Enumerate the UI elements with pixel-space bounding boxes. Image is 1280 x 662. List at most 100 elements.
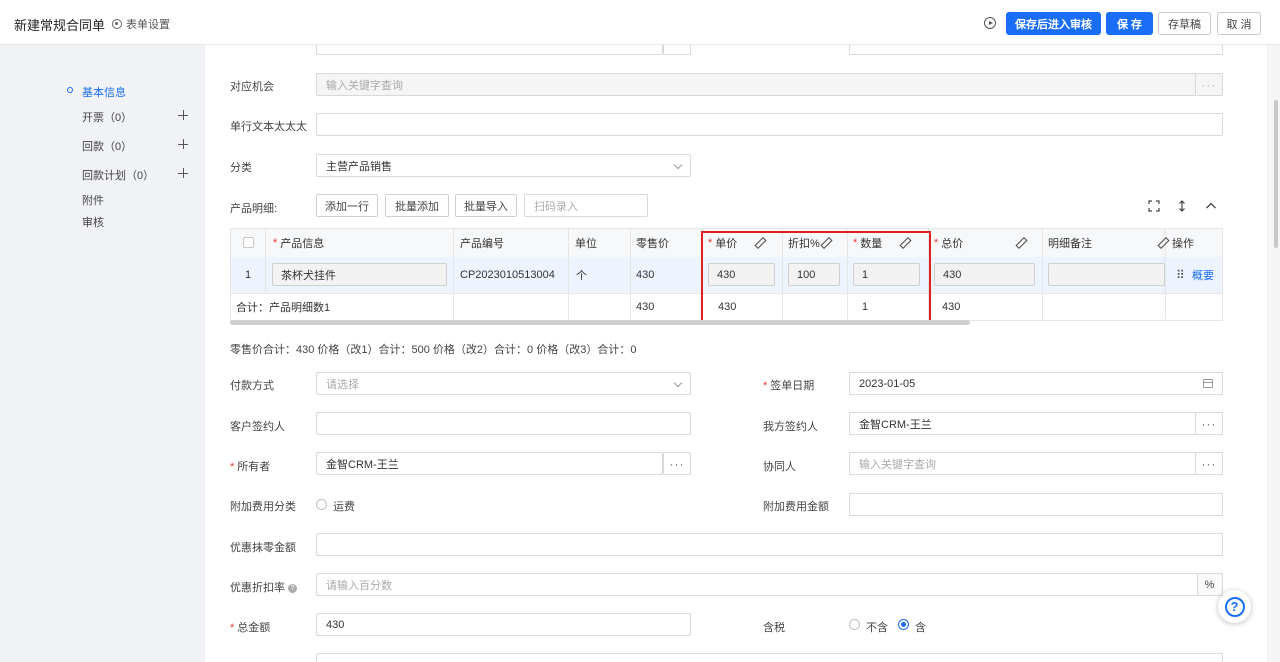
discount-round-label: 优惠抹零金额 (230, 542, 296, 554)
total-unit-price: 430 (718, 300, 737, 313)
vertical-scroll-thumb[interactable] (1274, 100, 1278, 248)
discount-rate-input[interactable]: 请输入百分数 (316, 573, 1198, 596)
chevron-down-icon (673, 378, 683, 388)
freight-radio-label: 运费 (333, 501, 355, 513)
edit-pencil-icon[interactable] (1158, 238, 1167, 247)
payment-method-select[interactable]: 请选择 (316, 372, 691, 395)
scan-input[interactable]: 扫码录入 (524, 194, 648, 217)
product-info-input[interactable]: 茶杯犬挂件 (272, 263, 447, 286)
th-remark: 明细备注 (1048, 238, 1092, 250)
th-quantity-label: 数量 (860, 238, 883, 250)
th-product-code: 产品编号 (460, 238, 504, 250)
freight-radio[interactable] (316, 499, 327, 510)
sign-date-input[interactable]: 2023-01-05 (849, 372, 1223, 395)
nav-item-payment-plan[interactable]: 回款计划（0） (82, 167, 154, 183)
expand-vertical-icon[interactable] (1176, 200, 1188, 212)
add-payment-plan-plus-icon[interactable] (178, 168, 188, 178)
total-retail-price: 430 (636, 300, 655, 313)
collaborator-dots-button[interactable]: ··· (1195, 452, 1223, 475)
chevron-up-icon[interactable] (1205, 200, 1217, 212)
tax-exclusive-radio[interactable] (849, 619, 860, 630)
remark-input[interactable] (1048, 263, 1165, 286)
th-total-price-label: 总价 (941, 238, 964, 250)
total-price-input[interactable]: 430 (934, 263, 1035, 286)
edit-pencil-icon[interactable] (1016, 238, 1025, 247)
quantity-input[interactable]: 1 (853, 263, 920, 286)
single-text-input[interactable] (316, 113, 1223, 136)
collaborator-label: 协同人 (763, 461, 796, 473)
total-amount-input[interactable]: 430 (316, 613, 691, 636)
extra-fee-amount-input[interactable] (849, 493, 1223, 516)
th-discount: 折扣% (788, 238, 820, 250)
tax-inclusive-radio[interactable] (898, 619, 909, 630)
active-dot-icon (67, 87, 73, 93)
drag-handle-icon[interactable]: ⠿ (1176, 257, 1185, 293)
add-row-button[interactable]: 添加一行 (316, 194, 378, 217)
save-draft-button[interactable]: 存草稿 (1158, 12, 1211, 35)
edit-pencil-icon[interactable] (821, 238, 830, 247)
our-signer-input[interactable]: 金智CRM-王兰 (849, 412, 1196, 435)
total-total-price: 430 (942, 300, 961, 313)
top-bar: 新建常规合同单 表单设置 保存后进入审核 保 存 存草稿 取 消 (0, 0, 1280, 45)
form-settings-link[interactable]: 表单设置 (112, 16, 170, 32)
nav-item-invoice[interactable]: 开票（0） (82, 109, 132, 125)
discount-round-input[interactable] (316, 533, 1223, 556)
horizontal-scrollbar[interactable] (230, 320, 970, 325)
th-quantity: * 数量 (853, 237, 883, 250)
save-and-review-button[interactable]: 保存后进入审核 (1006, 12, 1101, 35)
edit-pencil-icon[interactable] (900, 238, 909, 247)
unit-price-input[interactable]: 430 (708, 263, 775, 286)
select-all-checkbox[interactable] (243, 237, 254, 248)
extra-fee-amount-label: 附加费用金额 (763, 501, 829, 513)
total-row-label: 合计：产品明细数1 (236, 301, 331, 314)
opportunity-dots-button[interactable]: ··· (1195, 73, 1223, 96)
sign-date-label-text: 签单日期 (770, 380, 815, 392)
our-signer-dots-button[interactable]: ··· (1195, 412, 1223, 435)
opportunity-input[interactable]: 输入关键字查询 (316, 73, 1196, 96)
cancel-button[interactable]: 取 消 (1217, 12, 1261, 35)
save-button[interactable]: 保 存 (1106, 12, 1153, 35)
play-icon[interactable] (984, 17, 996, 29)
product-code-cell: CP2023010513004 (460, 269, 555, 281)
tax-inclusive-label: 含 (915, 622, 926, 634)
col-divider (265, 229, 266, 293)
row-index: 1 (245, 269, 252, 281)
owner-label: * 所有者 (230, 461, 271, 473)
owner-dots-button[interactable]: ··· (663, 452, 691, 475)
col-divider (453, 229, 454, 321)
add-payment-plus-icon[interactable] (178, 139, 188, 149)
price-summary-text: 零售价合计：430 价格（改1）合计：500 价格（改2）合计：0 价格（改3）… (230, 344, 637, 356)
collaborator-input[interactable]: 输入关键字查询 (849, 452, 1196, 475)
col-divider (702, 229, 703, 321)
total-quantity: 1 (862, 300, 869, 313)
col-divider (568, 229, 569, 321)
customer-signer-input[interactable] (316, 412, 691, 435)
batch-import-button[interactable]: 批量导入 (455, 194, 517, 217)
summary-link[interactable]: 概要 (1192, 257, 1214, 293)
discount-input[interactable]: 100 (788, 263, 840, 286)
nav-item-basic-info[interactable]: 基本信息 (82, 84, 126, 100)
chevron-down-icon (673, 160, 683, 170)
category-label: 分类 (230, 162, 252, 174)
our-signer-label: 我方签约人 (763, 421, 818, 433)
th-unit-price-label: 单价 (715, 238, 738, 250)
owner-input[interactable]: 金智CRM-王兰 (316, 452, 663, 475)
add-invoice-plus-icon[interactable] (178, 110, 188, 120)
col-divider (1042, 229, 1043, 321)
batch-add-button[interactable]: 批量添加 (385, 194, 449, 217)
opportunity-placeholder: 输入关键字查询 (326, 79, 403, 92)
help-question-icon: ? (1224, 596, 1245, 617)
question-icon[interactable]: ? (288, 583, 297, 593)
nav-item-payment[interactable]: 回款（0） (82, 138, 132, 154)
nav-item-review[interactable]: 审核 (82, 214, 104, 230)
th-product-info-label: 产品信息 (280, 238, 325, 250)
col-divider (847, 229, 848, 321)
category-select[interactable]: 主营产品销售 (316, 154, 691, 177)
help-button[interactable]: ? (1218, 590, 1251, 623)
nav-item-attachment[interactable]: 附件 (82, 192, 104, 208)
fullscreen-icon[interactable] (1148, 200, 1160, 212)
edit-pencil-icon[interactable] (755, 238, 764, 247)
discount-rate-placeholder: 请输入百分数 (326, 579, 392, 592)
owner-label-text: 所有者 (237, 461, 271, 473)
partial-bottom-input[interactable] (316, 653, 1223, 662)
